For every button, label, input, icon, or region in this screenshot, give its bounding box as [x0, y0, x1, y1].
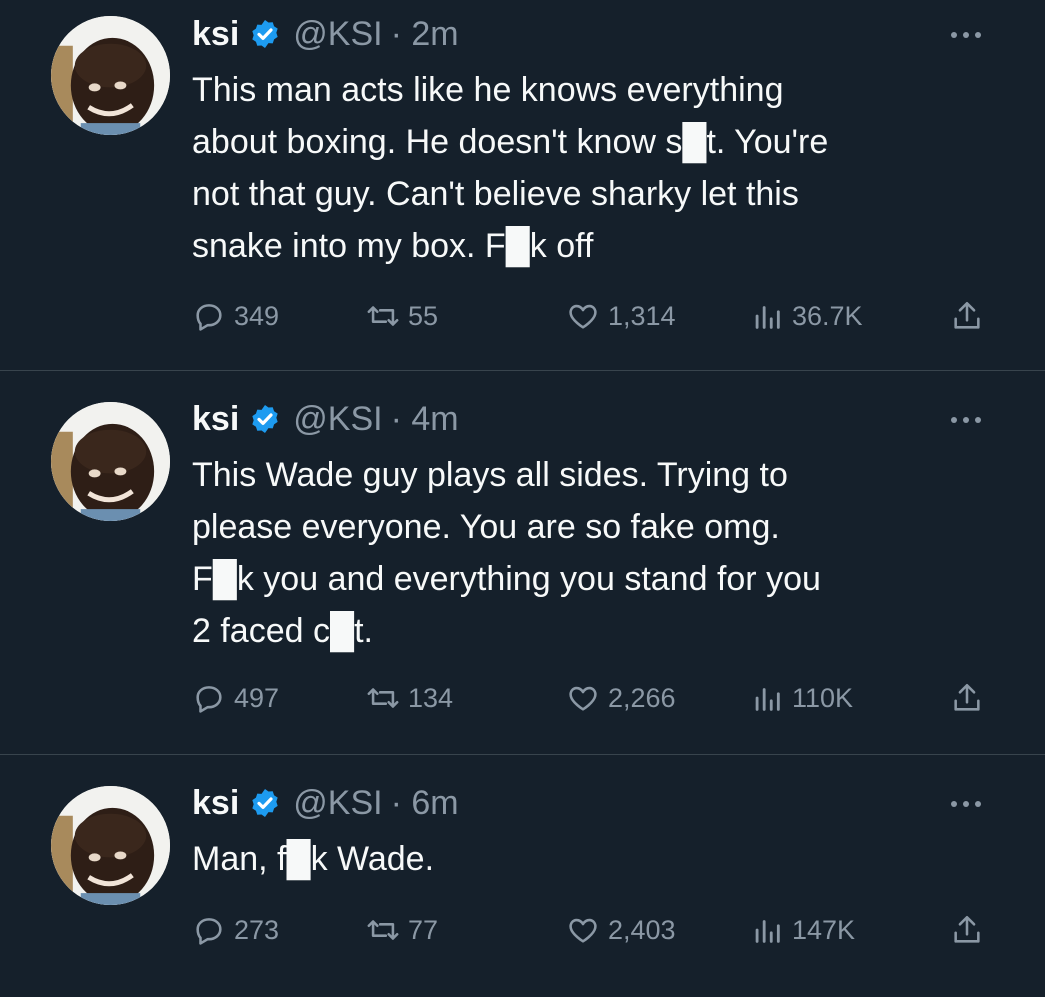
tweet-header: ksi @KSI · 6m	[192, 781, 459, 825]
retweet-count: 134	[408, 682, 454, 713]
heart-icon	[569, 686, 597, 711]
verified-badge-icon	[249, 403, 281, 435]
retweet-icon	[367, 306, 399, 326]
tweet[interactable]: ksi @KSI · 2m This man acts like he know…	[0, 0, 1045, 370]
share-icon	[954, 915, 980, 943]
reply-button[interactable]: 273	[192, 910, 279, 950]
reply-icon	[196, 304, 222, 331]
tweet[interactable]: ksi @KSI · 4m This Wade guy plays all si…	[0, 371, 1045, 754]
views-button[interactable]: 36.7K	[750, 296, 863, 336]
handle[interactable]: @KSI	[293, 400, 382, 439]
share-button[interactable]	[950, 678, 984, 718]
reply-button[interactable]: 497	[192, 678, 279, 718]
views-count: 110K	[792, 682, 854, 713]
avatar-image	[51, 786, 170, 905]
avatar[interactable]	[51, 786, 170, 905]
tweet-text: This Wade guy plays all sides. Trying to…	[192, 456, 821, 650]
avatar-image	[51, 402, 170, 521]
tweet-actions: 273 77 2,403 147K	[192, 910, 992, 950]
reply-icon	[196, 918, 222, 945]
share-icon	[954, 683, 980, 711]
like-button[interactable]: 2,266	[566, 678, 676, 718]
views-icon	[755, 306, 780, 329]
retweet-count: 55	[408, 300, 439, 331]
like-button[interactable]: 2,403	[566, 910, 676, 950]
display-name[interactable]: ksi	[192, 15, 239, 54]
avatar[interactable]	[51, 16, 170, 135]
like-count: 2,266	[608, 682, 676, 713]
more-icon[interactable]	[951, 410, 991, 430]
reply-button[interactable]: 349	[192, 296, 279, 336]
reply-count: 497	[234, 682, 280, 713]
views-count: 36.7K	[792, 300, 863, 331]
retweet-button[interactable]: 55	[366, 296, 438, 336]
share-button[interactable]	[950, 296, 984, 336]
verified-badge-icon	[249, 18, 281, 50]
more-icon[interactable]	[951, 25, 991, 45]
avatar-image	[51, 16, 170, 135]
handle[interactable]: @KSI	[293, 784, 382, 823]
tweet[interactable]: ksi @KSI · 6m Man, f█k Wade. 273 77 2,40…	[0, 755, 1045, 997]
reply-icon	[196, 686, 222, 713]
views-button[interactable]: 110K	[750, 678, 853, 718]
retweet-icon	[367, 920, 399, 940]
tweet-header: ksi @KSI · 4m	[192, 397, 459, 441]
more-icon[interactable]	[951, 794, 991, 814]
views-button[interactable]: 147K	[750, 910, 855, 950]
timestamp[interactable]: · 4m	[391, 400, 459, 439]
heart-icon	[569, 918, 597, 943]
retweet-button[interactable]: 134	[366, 678, 453, 718]
handle[interactable]: @KSI	[293, 15, 382, 54]
tweet-actions: 497 134 2,266 110K	[192, 678, 992, 718]
avatar[interactable]	[51, 402, 170, 521]
like-count: 2,403	[608, 914, 676, 945]
tweet-text: This man acts like he knows everything a…	[192, 71, 829, 265]
share-button[interactable]	[950, 910, 984, 950]
reply-count: 349	[234, 300, 280, 331]
like-button[interactable]: 1,314	[566, 296, 676, 336]
tweet-header: ksi @KSI · 2m	[192, 12, 459, 56]
timestamp[interactable]: · 6m	[391, 784, 459, 823]
heart-icon	[569, 304, 597, 329]
retweet-icon	[367, 688, 399, 708]
views-icon	[755, 688, 780, 711]
tweet-text: Man, f█k Wade.	[192, 840, 435, 878]
timeline-feed: ksi @KSI · 2m This man acts like he know…	[0, 0, 1045, 997]
verified-badge-icon	[249, 787, 281, 819]
display-name[interactable]: ksi	[192, 784, 239, 823]
retweet-count: 77	[408, 914, 439, 945]
views-icon	[755, 920, 780, 943]
retweet-button[interactable]: 77	[366, 910, 438, 950]
display-name[interactable]: ksi	[192, 400, 239, 439]
share-icon	[954, 301, 980, 329]
reply-count: 273	[234, 914, 280, 945]
tweet-actions: 349 55 1,314 36.7K	[192, 296, 992, 336]
views-count: 147K	[792, 914, 856, 945]
timestamp[interactable]: · 2m	[391, 15, 459, 54]
like-count: 1,314	[608, 300, 676, 331]
